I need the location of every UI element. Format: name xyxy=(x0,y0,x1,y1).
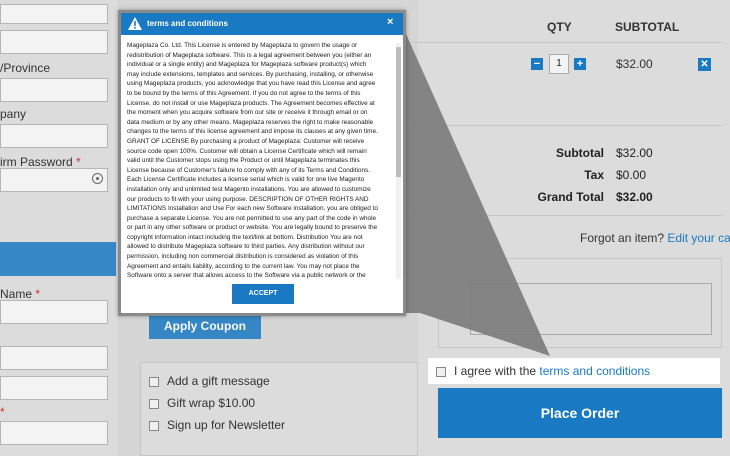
shipping-form: /Province pany irm Password * Name * * xyxy=(0,0,118,456)
line-subtotal: $32.00 xyxy=(616,57,653,71)
terms-agreement: I agree with the terms and conditions xyxy=(428,358,720,384)
modal-scrollbar[interactable] xyxy=(396,43,401,279)
totals-label: Subtotal xyxy=(556,146,604,160)
create-account-button[interactable] xyxy=(0,242,116,276)
required-mark: * xyxy=(35,287,41,301)
confirm-password-label: irm Password * xyxy=(0,155,81,169)
subtotal-header: SUBTOTAL xyxy=(615,20,680,34)
totals-label: Tax xyxy=(584,168,604,182)
checkbox[interactable] xyxy=(149,420,159,431)
checkout-page: /Province pany irm Password * Name * * Q… xyxy=(0,0,730,456)
totals-value: $32.00 xyxy=(616,190,653,204)
license-text-area[interactable]: Mageplaza Co. Ltd. This License is enter… xyxy=(127,41,399,281)
company-field[interactable] xyxy=(0,124,108,148)
order-summary: QTY SUBTOTAL − 1 + $32.00 ✕ Subtotal $32… xyxy=(410,8,722,216)
order-comment-textarea[interactable] xyxy=(470,283,712,335)
header-divider xyxy=(410,42,722,43)
accept-button[interactable]: ACCEPT xyxy=(232,284,294,304)
checkbox[interactable] xyxy=(149,398,159,409)
totals-divider xyxy=(410,125,722,126)
gift-wrap-option[interactable]: Gift wrap $10.00 xyxy=(149,396,255,410)
show-password-icon[interactable] xyxy=(92,173,103,184)
close-icon[interactable]: × xyxy=(387,16,399,30)
email-field[interactable] xyxy=(0,376,108,400)
warning-icon xyxy=(128,17,142,30)
plus-icon[interactable]: + xyxy=(574,58,586,70)
zip-field[interactable] xyxy=(0,421,108,445)
totals-value: $32.00 xyxy=(616,146,653,160)
license-text: Mageplaza Co. Ltd. This License is enter… xyxy=(127,42,378,280)
company-label: pany xyxy=(0,107,27,121)
address-field[interactable] xyxy=(0,4,108,24)
totals-label: Grand Total xyxy=(537,190,604,204)
gift-message-option[interactable]: Add a gift message xyxy=(149,374,270,388)
qty-header: QTY xyxy=(547,20,572,34)
scrollbar-thumb[interactable] xyxy=(396,47,401,177)
phone-field[interactable] xyxy=(0,346,108,370)
remove-item-icon[interactable]: ✕ xyxy=(698,58,711,71)
edit-cart-link[interactable]: Edit your cart xyxy=(667,231,730,245)
newsletter-option[interactable]: Sign up for Newsletter xyxy=(149,418,285,432)
qty-input[interactable]: 1 xyxy=(549,54,569,74)
totals-value: $0.00 xyxy=(616,168,647,182)
checkbox[interactable] xyxy=(149,376,159,387)
required-mark: * xyxy=(76,155,81,169)
city-field[interactable] xyxy=(0,30,108,54)
name-field[interactable] xyxy=(0,300,108,324)
state-field[interactable] xyxy=(0,78,108,102)
agree-checkbox[interactable] xyxy=(436,366,446,377)
name-label: Name * xyxy=(0,287,41,301)
required-mark: * xyxy=(0,405,5,419)
place-order-button[interactable]: Place Order xyxy=(438,388,722,438)
terms-modal: terms and conditions × Mageplaza Co. Ltd… xyxy=(118,10,406,316)
apply-coupon-button[interactable]: Apply Coupon xyxy=(149,314,261,339)
forgot-item-text: Forgot an item? Edit your cart xyxy=(580,231,730,245)
modal-title: terms and conditions xyxy=(147,19,228,28)
minus-icon[interactable]: − xyxy=(531,58,543,70)
modal-header: terms and conditions × xyxy=(121,13,403,35)
terms-link[interactable]: terms and conditions xyxy=(539,364,650,378)
state-label: /Province xyxy=(0,61,51,75)
